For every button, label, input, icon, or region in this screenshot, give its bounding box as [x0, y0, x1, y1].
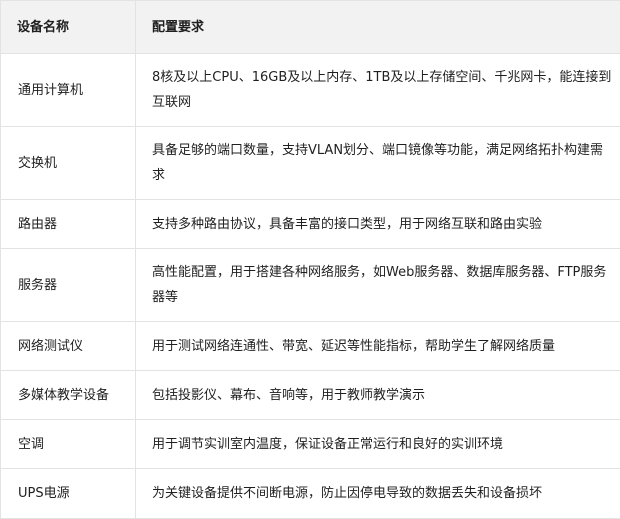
table-row: 空调 用于调节实训室内温度，保证设备正常运行和良好的实训环境 [0, 419, 620, 469]
device-name-cell: 多媒体教学设备 [0, 370, 136, 420]
requirement-cell: 8核及以上CPU、16GB及以上内存、1TB及以上存储空间、千兆网卡，能连接到互… [135, 53, 620, 127]
device-name-cell: 通用计算机 [0, 53, 136, 127]
table-row: 交换机 具备足够的端口数量，支持VLAN划分、端口镜像等功能，满足网络拓扑构建需… [0, 126, 620, 200]
requirement-cell: 用于调节实训室内温度，保证设备正常运行和良好的实训环境 [135, 419, 620, 469]
device-name-cell: 路由器 [0, 199, 136, 249]
requirement-cell: 包括投影仪、幕布、音响等，用于教师教学演示 [135, 370, 620, 420]
table-row: 通用计算机 8核及以上CPU、16GB及以上内存、1TB及以上存储空间、千兆网卡… [0, 53, 620, 127]
device-name-cell: 服务器 [0, 248, 136, 322]
requirement-cell: 用于测试网络连通性、带宽、延迟等性能指标，帮助学生了解网络质量 [135, 321, 620, 371]
requirement-cell: 为关键设备提供不间断电源，防止因停电导致的数据丢失和设备损坏 [135, 468, 620, 519]
device-name-cell: 空调 [0, 419, 136, 469]
equipment-requirements-table: 设备名称 配置要求 通用计算机 8核及以上CPU、16GB及以上内存、1TB及以… [0, 0, 620, 519]
table-header-row: 设备名称 配置要求 [0, 0, 620, 54]
table-row: 路由器 支持多种路由协议，具备丰富的接口类型，用于网络互联和路由实验 [0, 199, 620, 249]
requirement-cell: 支持多种路由协议，具备丰富的接口类型，用于网络互联和路由实验 [135, 199, 620, 249]
table-row: 网络测试仪 用于测试网络连通性、带宽、延迟等性能指标，帮助学生了解网络质量 [0, 321, 620, 371]
equipment-table-container: 设备名称 配置要求 通用计算机 8核及以上CPU、16GB及以上内存、1TB及以… [0, 0, 620, 519]
header-config-requirement: 配置要求 [135, 0, 620, 54]
requirement-cell: 高性能配置，用于搭建各种网络服务，如Web服务器、数据库服务器、FTP服务器等 [135, 248, 620, 322]
requirement-cell: 具备足够的端口数量，支持VLAN划分、端口镜像等功能，满足网络拓扑构建需求 [135, 126, 620, 200]
header-device-name: 设备名称 [0, 0, 136, 54]
table-row: 服务器 高性能配置，用于搭建各种网络服务，如Web服务器、数据库服务器、FTP服… [0, 248, 620, 322]
device-name-cell: UPS电源 [0, 468, 136, 519]
table-row: UPS电源 为关键设备提供不间断电源，防止因停电导致的数据丢失和设备损坏 [0, 468, 620, 519]
table-row: 多媒体教学设备 包括投影仪、幕布、音响等，用于教师教学演示 [0, 370, 620, 420]
device-name-cell: 交换机 [0, 126, 136, 200]
device-name-cell: 网络测试仪 [0, 321, 136, 371]
